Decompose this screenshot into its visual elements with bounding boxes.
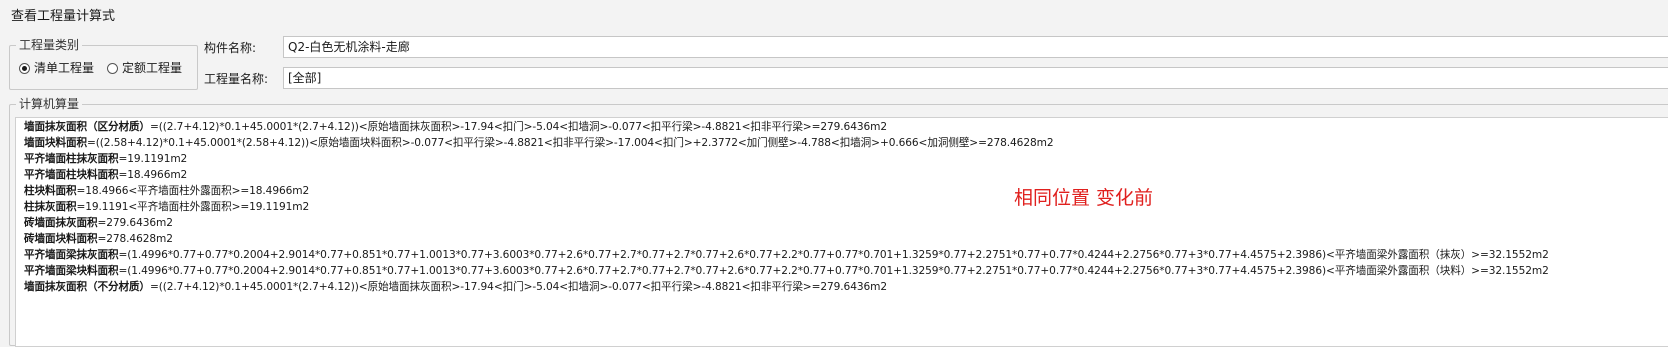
quota-quantity-label: 定额工程量 [122, 61, 183, 75]
quantity-name-field[interactable]: [全部] [283, 67, 1668, 89]
quantity-name-label: 工程量名称: [204, 72, 269, 86]
calc-line: 柱抹灰面积=19.1191<平齐墙面柱外露面积>=19.1191m2 [24, 200, 309, 214]
calc-line: 平齐墙面柱块料面积=18.4966m2 [24, 168, 187, 182]
calc-line-expr: =19.1191<平齐墙面柱外露面积>=19.1191m2 [76, 201, 310, 213]
calc-line: 墙面抹灰面积（区分材质）=((2.7+4.12)*0.1+45.0001*(2.… [24, 120, 887, 134]
calc-line-expr: =278.4628m2 [97, 233, 173, 245]
annotation-text: 相同位置 变化前 [1014, 187, 1154, 209]
calc-line: 墙面块料面积=((2.58+4.12)*0.1+45.0001*(2.58+4.… [24, 136, 1054, 150]
calc-line-label: 柱块料面积 [24, 185, 77, 197]
calc-line: 平齐墙面梁抹灰面积=(1.4996*0.77+0.77*0.2004+2.901… [24, 248, 1549, 262]
calc-formula-window: 查看工程量计算式 工程量类别 清单工程量 定额工程量 构件名称: Q2-白色无机… [0, 0, 1668, 347]
quantity-type-group: 工程量类别 清单工程量 定额工程量 [9, 38, 198, 90]
calc-line: 柱块料面积=18.4966<平齐墙面柱外露面积>=18.4966m2 [24, 184, 309, 198]
calc-line-label: 平齐墙面梁抹灰面积 [24, 249, 119, 261]
calc-line-expr: =19.1191m2 [118, 153, 188, 165]
window-title: 查看工程量计算式 [11, 9, 116, 24]
calc-line-label: 平齐墙面柱抹灰面积 [24, 153, 119, 165]
quota-quantity-radio[interactable]: 定额工程量 [107, 61, 182, 75]
calc-line: 平齐墙面梁块料面积=(1.4996*0.77+0.77*0.2004+2.901… [24, 264, 1549, 278]
bill-quantity-radio[interactable]: 清单工程量 [19, 61, 94, 75]
calc-text-area[interactable]: 墙面抹灰面积（区分材质）=((2.7+4.12)*0.1+45.0001*(2.… [15, 117, 1668, 347]
radio-unchecked-icon [107, 62, 118, 74]
calc-line: 砖墙面块料面积=278.4628m2 [24, 232, 173, 246]
calc-line-expr: =(1.4996*0.77+0.77*0.2004+2.9014*0.77+0.… [118, 249, 1549, 261]
calc-legend: 计算机算量 [16, 97, 83, 111]
calc-line-expr: =18.4966m2 [118, 169, 188, 181]
calc-line-label: 平齐墙面柱块料面积 [24, 169, 119, 181]
component-name-field[interactable]: Q2-白色无机涂料-走廊 [283, 36, 1668, 58]
calc-line-label: 墙面抹灰面积（区分材质） [24, 121, 150, 133]
calc-line-label: 砖墙面块料面积 [24, 233, 98, 245]
calc-line: 砖墙面抹灰面积=279.6436m2 [24, 216, 173, 230]
calc-line-label: 墙面块料面积 [24, 137, 87, 149]
calc-line-expr: =(1.4996*0.77+0.77*0.2004+2.9014*0.77+0.… [118, 265, 1549, 277]
calc-line-expr: =((2.7+4.12)*0.1+45.0001*(2.7+4.12))<原始墙… [149, 121, 887, 133]
calc-line-label: 柱抹灰面积 [24, 201, 77, 213]
calc-line-expr: =((2.7+4.12)*0.1+45.0001*(2.7+4.12))<原始墙… [149, 281, 887, 293]
radio-checked-icon [19, 62, 30, 74]
bill-quantity-label: 清单工程量 [34, 61, 95, 75]
calc-line: 墙面抹灰面积（不分材质）=((2.7+4.12)*0.1+45.0001*(2.… [24, 280, 887, 294]
calc-line-label: 砖墙面抹灰面积 [24, 217, 98, 229]
calc-line-expr: =18.4966<平齐墙面柱外露面积>=18.4966m2 [76, 185, 310, 197]
calc-line-expr: =((2.58+4.12)*0.1+45.0001*(2.58+4.12))<原… [86, 137, 1054, 149]
quantity-type-legend: 工程量类别 [16, 38, 83, 52]
calc-line: 平齐墙面柱抹灰面积=19.1191m2 [24, 152, 187, 166]
calc-line-label: 平齐墙面梁块料面积 [24, 265, 119, 277]
calc-line-expr: =279.6436m2 [97, 217, 173, 229]
calc-line-label: 墙面抹灰面积（不分材质） [24, 281, 150, 293]
component-name-label: 构件名称: [204, 41, 257, 55]
